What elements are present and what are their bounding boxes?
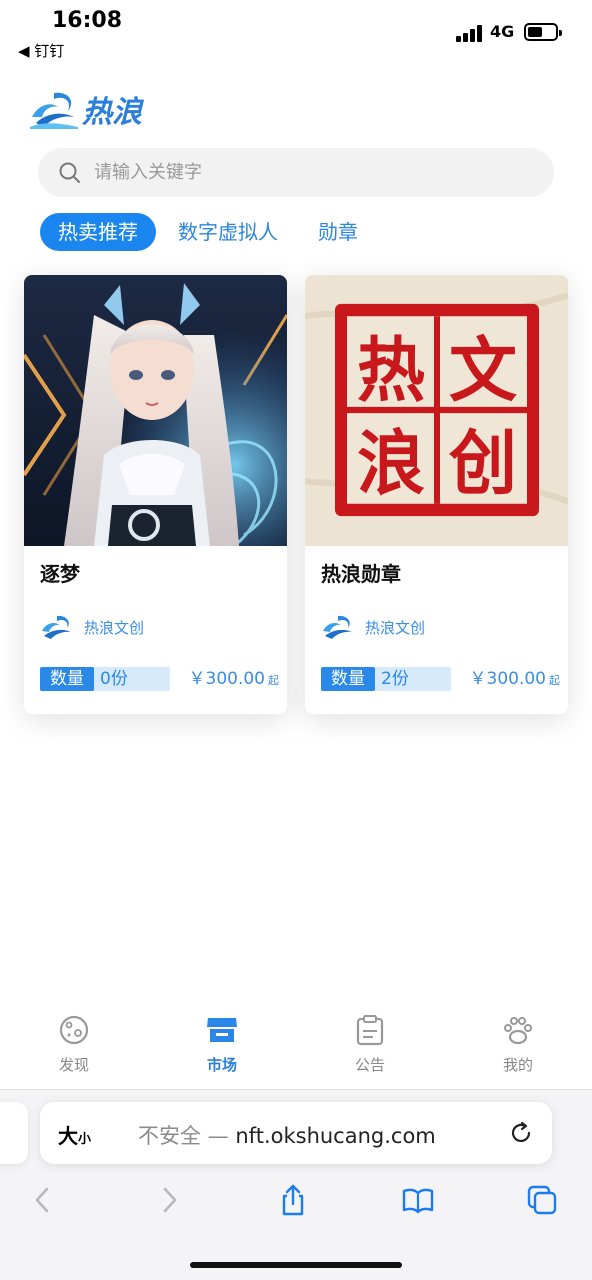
creator-name: 热浪文创	[84, 618, 145, 637]
creator-info[interactable]: 热浪文创	[321, 613, 425, 641]
search-icon	[59, 162, 80, 183]
tabs-icon	[527, 1185, 557, 1215]
seal-char-lang: 浪	[357, 422, 425, 504]
product-image-red-seal[interactable]: 热 文 浪 创	[305, 275, 568, 546]
category-tabs: 热卖推荐 数字虚拟人 勋章	[40, 213, 380, 251]
price: ￥300.00 起	[470, 667, 560, 693]
reload-icon[interactable]	[508, 1120, 534, 1146]
battery-icon	[524, 23, 562, 41]
nav-profile[interactable]: 我的	[468, 1012, 568, 1075]
price-suffix: 起	[268, 674, 279, 687]
paw-icon	[504, 1017, 532, 1045]
network-type: 4G	[490, 22, 515, 41]
product-title: 热浪勋章	[321, 562, 401, 586]
url-text: nft.okshucang.com	[235, 1124, 436, 1148]
brand-logo: 热浪	[28, 84, 142, 134]
quantity-badge: 数量 0份	[40, 667, 170, 691]
forward-button[interactable]	[150, 1180, 190, 1220]
share-button[interactable]	[273, 1180, 313, 1220]
nav-label: 我的	[502, 1056, 533, 1074]
seal-char-re: 热	[357, 330, 425, 412]
previous-tab-preview[interactable]	[0, 1102, 28, 1164]
share-icon	[282, 1184, 304, 1216]
nav-announcements[interactable]: 公告	[320, 1012, 420, 1075]
bookmarks-button[interactable]	[398, 1180, 438, 1220]
insecure-label: 不安全 —	[138, 1124, 229, 1148]
search-input[interactable]	[94, 156, 534, 188]
status-bar: 16:08 ◀ 钉钉 4G	[0, 0, 592, 64]
tab-medal[interactable]: 勋章	[300, 213, 376, 251]
product-card[interactable]: 热 文 浪 创 热浪勋章 热浪文创 数量 2份 ￥300.00 起	[305, 275, 568, 714]
address-bar[interactable]: 大小 不安全 — nft.okshucang.com	[40, 1102, 552, 1164]
tab-digital-human[interactable]: 数字虚拟人	[160, 213, 296, 251]
nav-label: 公告	[354, 1056, 385, 1074]
planet-icon	[59, 1015, 89, 1045]
product-card[interactable]: 逐梦 热浪文创 数量 0份 ￥300.00 起	[24, 275, 287, 714]
book-icon	[402, 1188, 434, 1214]
price: ￥300.00 起	[189, 667, 279, 693]
text-size-small: 小	[78, 1132, 92, 1147]
back-button[interactable]	[22, 1180, 62, 1220]
home-indicator	[190, 1262, 402, 1268]
nav-label: 发现	[58, 1056, 89, 1074]
tab-hot-recommend[interactable]: 热卖推荐	[40, 213, 156, 251]
seal-char-chuang: 创	[449, 422, 517, 504]
product-title: 逐梦	[40, 562, 80, 586]
creator-name: 热浪文创	[365, 618, 426, 637]
store-icon	[207, 1018, 237, 1042]
creator-info[interactable]: 热浪文创	[40, 613, 144, 641]
cellular-signal-icon	[456, 24, 484, 42]
creator-avatar-icon	[42, 615, 71, 639]
quantity-value: 2份	[381, 669, 409, 689]
price-suffix: 起	[549, 674, 560, 687]
price-value: ￥300.00	[188, 669, 265, 689]
chevron-left-icon	[35, 1187, 49, 1213]
text-size-big: 大	[58, 1124, 78, 1148]
brand-name: 热浪	[82, 95, 142, 130]
quantity-value: 0份	[100, 669, 128, 689]
wave-logo-icon	[30, 92, 78, 129]
nav-discover[interactable]: 发现	[24, 1012, 124, 1075]
back-to-app-link[interactable]: ◀ 钉钉	[18, 40, 64, 61]
search-bar[interactable]	[38, 148, 554, 197]
seal-char-wen: 文	[449, 330, 517, 412]
chevron-right-icon	[163, 1187, 177, 1213]
nav-market[interactable]: 市场	[172, 1012, 272, 1075]
clipboard-icon	[356, 1015, 384, 1046]
quantity-label: 数量	[40, 667, 94, 691]
bottom-tab-bar: 发现 市场 公告 我的	[0, 1004, 592, 1088]
product-image-anime-girl[interactable]	[24, 275, 287, 546]
quantity-label: 数量	[321, 667, 375, 691]
quantity-badge: 数量 2份	[321, 667, 451, 691]
tabs-button[interactable]	[522, 1180, 562, 1220]
creator-avatar-icon	[323, 615, 352, 639]
status-time: 16:08	[52, 8, 123, 33]
price-value: ￥300.00	[469, 669, 546, 689]
text-size-button[interactable]: 大小	[58, 1120, 91, 1149]
nav-label: 市场	[206, 1056, 237, 1074]
url-display[interactable]: 不安全 — nft.okshucang.com	[138, 1120, 436, 1150]
